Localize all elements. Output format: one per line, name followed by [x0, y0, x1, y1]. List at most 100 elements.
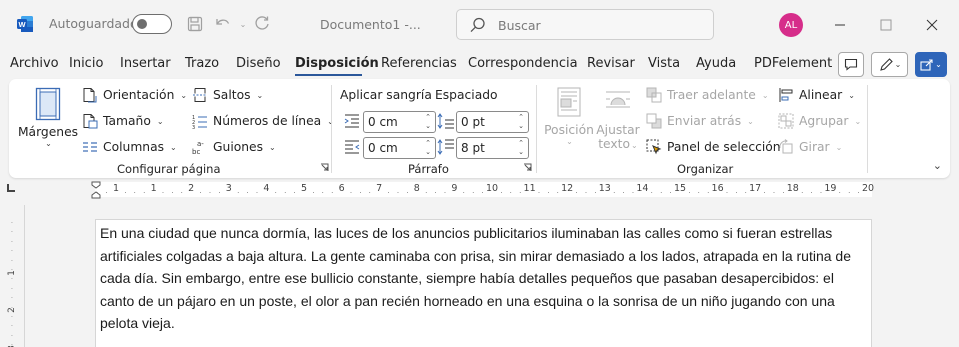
search-box[interactable]: Buscar	[456, 9, 714, 40]
paragraph-dialog-launcher-icon[interactable]	[523, 163, 532, 172]
position-button[interactable]: Posición ⌄	[543, 87, 595, 146]
ruler-mark: 17	[749, 183, 762, 194]
vertical-ruler-tick: ·	[11, 342, 13, 347]
ruler-tick: ·	[688, 189, 691, 197]
document-body-text[interactable]: En una ciudad que nunca dormía, las luce…	[100, 222, 865, 335]
vertical-ruler-tick: ·	[11, 248, 13, 256]
redo-icon[interactable]	[252, 14, 272, 34]
vertical-ruler-tick: ·	[11, 238, 13, 246]
group-divider	[536, 85, 537, 173]
margins-label: Márgenes	[17, 125, 79, 139]
spacing-heading: Espaciado	[435, 88, 498, 102]
document-title[interactable]: Documento1 -...	[320, 17, 421, 32]
page-setup-dialog-launcher-icon[interactable]	[320, 163, 329, 172]
rotate-label: Girar	[799, 140, 830, 154]
ruler-tick: ·	[312, 189, 315, 197]
ruler-mark: 11	[523, 183, 536, 194]
tab-ayuda[interactable]: Ayuda	[696, 56, 736, 71]
save-icon[interactable]	[185, 14, 205, 34]
ruler-mark: 7	[376, 183, 383, 194]
ruler-tick: ·	[359, 189, 362, 197]
tab-vista[interactable]: Vista	[648, 56, 680, 71]
margins-button[interactable]: Márgenes ⌄	[18, 87, 78, 148]
wrap-text-button[interactable]: Ajustar texto⌄	[594, 87, 642, 153]
selection-pane-button[interactable]: Panel de selección	[646, 139, 781, 155]
indent-marker-icon[interactable]	[91, 181, 101, 199]
tab-disposicion[interactable]: Disposición	[295, 56, 379, 71]
user-avatar[interactable]: AL	[779, 13, 803, 37]
breaks-icon	[193, 88, 207, 102]
document-page[interactable]: En una ciudad que nunca dormía, las luce…	[95, 219, 872, 347]
orientation-label: Orientación	[103, 88, 175, 102]
spin-arrows-icon[interactable]: ⌃ ⌄	[518, 113, 524, 131]
bring-forward-button[interactable]: Traer adelante ⌄	[646, 87, 769, 103]
size-button[interactable]: Tamaño ⌄	[82, 113, 164, 129]
autosave-toggle[interactable]	[132, 14, 172, 34]
orientation-button[interactable]: Orientación ⌄	[82, 87, 187, 103]
horizontal-ruler[interactable]: 1 1 2 3 4 5 6 7 8 9 10 11 12 13 14 15 16 17 18 19 20 · · · · · · ·…	[95, 182, 874, 197]
align-label: Alinear	[799, 88, 843, 102]
columns-button[interactable]: Columnas ⌄	[82, 139, 177, 155]
indent-left-icon	[344, 114, 359, 128]
tab-correspondencia[interactable]: Correspondencia	[468, 56, 578, 71]
ruler-tick: ·	[133, 189, 136, 197]
tab-inicio[interactable]: Inicio	[69, 56, 103, 71]
chevron-down-icon: ⌄	[935, 60, 942, 69]
tab-archivo[interactable]: Archivo	[10, 56, 59, 71]
indent-right-input[interactable]: 0 cm ⌃ ⌄	[363, 137, 436, 159]
ruler-mark: 1	[150, 183, 157, 194]
ruler-tick: ·	[500, 189, 503, 197]
spacing-before-input[interactable]: 0 pt ⌃ ⌄	[456, 111, 529, 133]
ruler-tick: ·	[237, 189, 240, 197]
send-backward-button[interactable]: Enviar atrás ⌄	[646, 113, 754, 129]
spin-arrows-icon[interactable]: ⌃ ⌄	[425, 113, 431, 131]
tab-referencias[interactable]: Referencias	[381, 56, 457, 71]
ruler-tick: ·	[105, 189, 108, 197]
line-numbers-button[interactable]: 123 Números de línea⌄	[192, 113, 334, 129]
ribbon-collapse-chevron-icon[interactable]: ⌄	[933, 159, 942, 172]
tab-insertar[interactable]: Insertar	[120, 56, 171, 71]
close-icon[interactable]	[920, 13, 944, 37]
tab-pdfelement[interactable]: PDFelement	[754, 56, 832, 71]
line-numbers-label: Números de línea	[213, 114, 322, 128]
ruler-tick: ·	[707, 189, 710, 197]
spacing-after-input[interactable]: 8 pt ⌃ ⌄	[456, 137, 529, 159]
editing-mode-button[interactable]: ⌄	[871, 52, 908, 77]
align-button[interactable]: Alinear ⌄	[778, 87, 855, 103]
ruler-tick: ·	[481, 189, 484, 197]
undo-dropdown-icon[interactable]: ⌄	[233, 14, 253, 34]
ruler-mark: 15	[673, 183, 687, 194]
tab-selector[interactable]	[7, 184, 15, 192]
ruler-tick: ·	[143, 189, 146, 197]
ruler-tick: ·	[669, 189, 672, 197]
size-icon	[83, 114, 98, 129]
breaks-button[interactable]: Saltos ⌄	[192, 87, 263, 103]
svg-text:3: 3	[192, 125, 195, 129]
rotate-button[interactable]: Girar ⌄	[778, 139, 842, 155]
ruler-tick: ·	[725, 189, 729, 197]
vertical-ruler-tick: ·	[11, 276, 13, 284]
minimize-icon[interactable]	[828, 13, 852, 37]
ruler-tick: ·	[124, 189, 127, 197]
spin-arrows-icon[interactable]: ⌃ ⌄	[425, 139, 431, 157]
indent-heading: Aplicar sangría	[340, 88, 432, 102]
ruler-tick: ·	[697, 189, 700, 197]
indent-left-input[interactable]: 0 cm ⌃ ⌄	[363, 111, 436, 133]
undo-icon[interactable]	[213, 14, 233, 34]
share-button[interactable]: ⌄	[915, 52, 947, 77]
ruler-tick: ·	[819, 189, 823, 197]
ruler-tick: ·	[650, 189, 653, 197]
ruler-tick: ·	[284, 189, 287, 197]
vertical-ruler[interactable]: 123··············	[7, 218, 17, 347]
ruler-mark: 13	[598, 183, 611, 194]
group-button[interactable]: Agrupar ⌄	[778, 113, 861, 129]
maximize-icon[interactable]	[874, 13, 898, 37]
ruler-tick: ·	[255, 189, 259, 197]
tab-trazo[interactable]: Trazo	[185, 56, 219, 71]
spin-arrows-icon[interactable]: ⌃ ⌄	[518, 139, 524, 157]
tab-revisar[interactable]: Revisar	[587, 56, 635, 71]
comments-button[interactable]	[838, 52, 864, 77]
tab-diseno[interactable]: Diseño	[236, 56, 281, 71]
chevron-down-icon: ⌄	[835, 142, 843, 152]
hyphenation-button[interactable]: a-bc Guiones ⌄	[192, 139, 276, 155]
